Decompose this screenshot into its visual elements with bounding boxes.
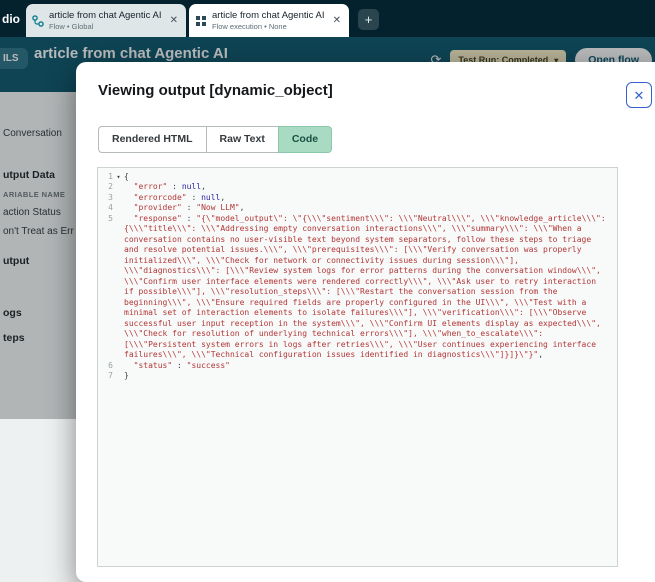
tab-raw-text[interactable]: Raw Text — [205, 126, 279, 153]
code-text: "status" : "success" — [133, 360, 230, 370]
line-number: 6 — [108, 360, 113, 370]
viewing-output-modal: Viewing output [dynamic_object] ✕ Render… — [76, 62, 655, 582]
code-line-4: 4 "provider" : "Now LLM", — [98, 203, 617, 214]
modal-title: Viewing output [dynamic_object] — [98, 82, 333, 99]
browser-tab-1[interactable]: article from chat Agentic AI Flow • Globa… — [26, 4, 186, 37]
tab-subtitle: Flow • Global — [49, 21, 94, 31]
new-tab-button[interactable]: + — [358, 9, 379, 30]
fold-gutter — [113, 193, 124, 204]
code-text: "errorcode" : null, — [133, 192, 226, 202]
tab-title: article from chat Agentic AI — [212, 9, 325, 21]
tab-code[interactable]: Code — [277, 126, 333, 153]
tab-rendered-html[interactable]: Rendered HTML — [98, 126, 207, 153]
modal-close-button[interactable]: ✕ — [626, 82, 652, 108]
tab-labels: article from chat Agentic AI Flow executi… — [212, 10, 326, 31]
app-logo[interactable]: dio — [0, 12, 26, 37]
line-number: 3 — [108, 192, 113, 202]
fold-gutter — [113, 214, 124, 361]
fold-gutter — [113, 371, 124, 382]
code-text: { — [124, 171, 129, 181]
line-number: 5 — [108, 213, 113, 223]
close-icon: ✕ — [633, 87, 645, 103]
code-line-6: 6 "status" : "success" — [98, 361, 617, 372]
code-line-5: 5 "response" : "{\"model_output\": \"{\\… — [98, 214, 617, 361]
app-header: dio article from chat Agentic AI Flow • G… — [0, 0, 655, 37]
code-line-3: 3 "errorcode" : null, — [98, 193, 617, 204]
line-number: 1 — [108, 171, 113, 181]
tab-labels: article from chat Agentic AI Flow • Globa… — [49, 10, 163, 31]
line-number: 4 — [108, 203, 113, 213]
code-text: "error" : null, — [133, 182, 206, 192]
tab-subtitle: Flow execution • None — [212, 21, 287, 31]
tab-title: article from chat Agentic AI — [49, 9, 162, 21]
code-line-1: 1 ▾{ — [98, 172, 617, 183]
tab-strip: article from chat Agentic AI Flow • Globa… — [26, 4, 349, 37]
code-text: "response" : "{\"model_output\": \"{\\\"… — [124, 213, 611, 360]
line-number: 7 — [108, 371, 113, 381]
code-line-7: 7} — [98, 371, 617, 382]
code-text: } — [124, 371, 129, 381]
fold-gutter — [113, 361, 124, 372]
code-viewer[interactable]: 1 ▾{2 "error" : null, 3 "errorcode" : null… — [97, 166, 618, 567]
close-icon[interactable]: ✕ — [331, 13, 343, 28]
close-icon[interactable]: ✕ — [168, 13, 180, 28]
flow-icon — [32, 14, 44, 27]
modal-header: Viewing output [dynamic_object] ✕ — [76, 62, 655, 116]
fold-arrow-icon[interactable]: ▾ — [113, 172, 124, 183]
code-line-2: 2 "error" : null, — [98, 182, 617, 193]
code-text: "provider" : "Now LLM", — [133, 203, 245, 213]
browser-tab-2[interactable]: article from chat Agentic AI Flow executi… — [189, 4, 349, 37]
fold-gutter — [113, 203, 124, 214]
fold-gutter — [113, 182, 124, 193]
output-view-tabs: Rendered HTML Raw Text Code — [76, 116, 655, 167]
grid-icon — [195, 15, 207, 27]
line-number: 2 — [108, 182, 113, 192]
